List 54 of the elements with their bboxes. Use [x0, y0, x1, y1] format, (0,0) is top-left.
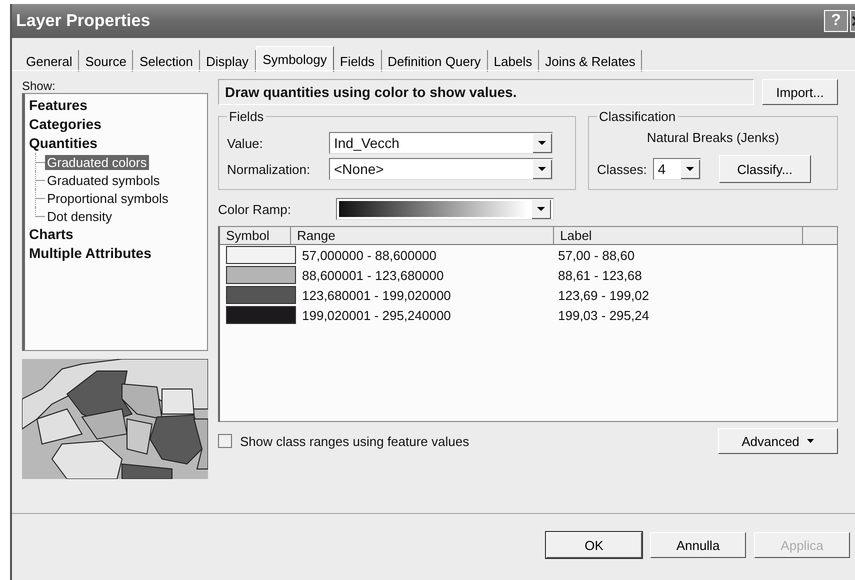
group-title: Classification — [598, 109, 677, 124]
tree-item[interactable]: Graduated colors — [45, 154, 149, 170]
table-cell: 88,61 - 123,68 — [558, 268, 642, 282]
column-header[interactable]: Symbol — [220, 227, 291, 244]
show-label: Show: — [22, 79, 56, 93]
table-cell-text: 123,680001 - 199,020000 — [302, 288, 452, 302]
tab[interactable]: Definition Query — [382, 50, 488, 72]
tree-item[interactable]: Features — [29, 96, 203, 115]
tab[interactable]: Source — [79, 50, 134, 72]
tab[interactable]: Joins & Relates — [539, 50, 642, 72]
tab[interactable]: Selection — [133, 50, 200, 72]
tree-item[interactable]: Charts — [29, 225, 203, 244]
import-button[interactable]: Import... — [762, 79, 838, 105]
column-header[interactable]: Range — [291, 227, 554, 244]
classification-method: Natural Breaks (Jenks) — [646, 130, 780, 145]
table-cell-text: 88,600001 - 123,680000 — [302, 268, 445, 282]
symbol-swatch[interactable] — [226, 246, 296, 264]
column-header[interactable]: Label — [554, 227, 803, 244]
tab[interactable]: Symbology — [256, 46, 334, 72]
value-label: Value: — [227, 136, 264, 150]
symbol-swatch[interactable] — [226, 306, 296, 324]
dialog-button[interactable]: OK — [546, 532, 642, 558]
normalization-label: Normalization: — [227, 162, 312, 176]
checkbox[interactable] — [218, 434, 232, 448]
tree-item[interactable]: Graduated symbols — [45, 172, 162, 188]
value-dropdown[interactable]: Ind_Vecch — [329, 132, 553, 154]
table-cell-text: 199,020001 - 295,240000 — [302, 308, 452, 322]
classes-dropdown[interactable]: 4 — [652, 158, 701, 180]
color-ramp-label: Color Ramp: — [218, 202, 292, 216]
normalization-dropdown[interactable]: <None> — [329, 158, 553, 180]
tree-item[interactable]: Quantities — [29, 134, 203, 153]
tree-item[interactable]: Multiple Attributes — [29, 244, 203, 263]
group-title: Fields — [228, 109, 265, 124]
table-cell: 57,00 - 88,60 — [558, 248, 635, 262]
tab[interactable]: Labels — [488, 50, 540, 72]
classify-button[interactable]: Classify... — [718, 155, 811, 183]
advanced-button[interactable]: Advanced — [718, 428, 838, 454]
tab[interactable]: Fields — [334, 50, 382, 72]
table-cell: 123,69 - 199,02 — [558, 288, 650, 302]
checkbox-label: Show class ranges using feature values — [240, 434, 470, 448]
table-cell: 199,03 - 295,24 — [558, 308, 650, 322]
caret-icon — [807, 439, 814, 443]
tree-item[interactable]: Proportional symbols — [45, 190, 170, 206]
dialog-button[interactable]: Annulla — [650, 532, 746, 558]
symbol-swatch[interactable] — [226, 286, 296, 304]
symbol-swatch[interactable] — [226, 266, 296, 284]
tree-item[interactable]: Dot density — [45, 208, 114, 224]
classes-label: Classes: — [597, 162, 647, 176]
color-ramp-dropdown[interactable] — [336, 198, 554, 220]
description-text: Draw quantities using color to show values. — [218, 79, 754, 105]
tree-item[interactable]: Categories — [29, 115, 203, 134]
window-title: Layer Properties — [15, 11, 150, 31]
table-cell-text: 57,000000 - 88,600000 — [302, 248, 438, 262]
tab[interactable]: General — [20, 50, 80, 72]
